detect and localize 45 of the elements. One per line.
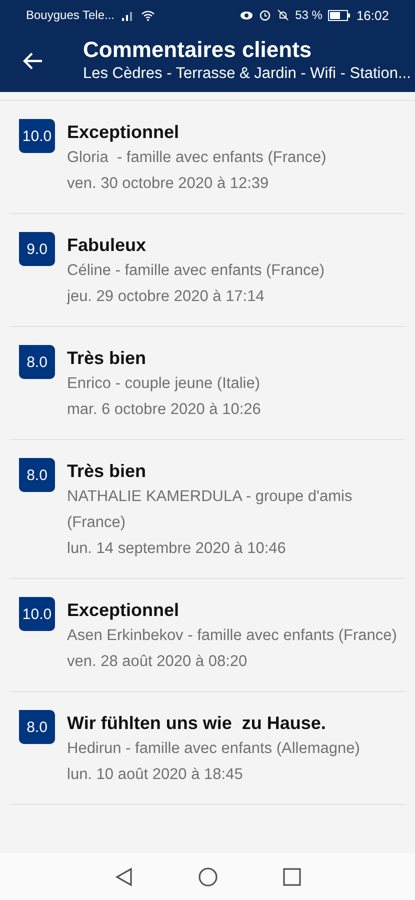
review-title: Exceptionnel bbox=[67, 121, 180, 144]
review-date: ven. 30 octobre 2020 à 12:39 bbox=[67, 174, 270, 194]
score-badge: 10.0 bbox=[19, 119, 55, 153]
review-title: Exceptionnel bbox=[67, 599, 180, 622]
score-badge: 9.0 bbox=[19, 232, 55, 266]
hotel-name: Les Cèdres - Terrasse & Jardin - Wifi - Station... bbox=[83, 64, 411, 84]
review-date: lun. 14 septembre 2020 à 10:46 bbox=[67, 539, 287, 559]
reviewer-info: Céline - famille avec enfants (France) bbox=[67, 261, 325, 281]
recents-button[interactable] bbox=[282, 868, 300, 886]
wifi-icon bbox=[140, 10, 155, 20]
eye-icon bbox=[240, 10, 254, 20]
home-button[interactable] bbox=[198, 866, 218, 886]
score-badge: 10.0 bbox=[19, 597, 55, 631]
reviewer-info: Hedirun - famille avec enfants (Allemagne) bbox=[67, 739, 360, 759]
review-item[interactable]: 8.0 Très bien NATHALIE KAMERDULA - groupe d'amis (France) lun. 14 septembre 2020 à 10:46 bbox=[10, 440, 405, 579]
review-date: ven. 28 août 2020 à 08:20 bbox=[67, 652, 248, 672]
bell-off-icon bbox=[277, 9, 290, 21]
review-item[interactable]: 8.0 Wir fühlten uns wie zu Hause. Hedirun - famille avec enfants (Allemagne) lun. 10 août 2020 à 18:45 bbox=[10, 692, 405, 805]
back-arrow-icon bbox=[23, 52, 43, 70]
battery-icon bbox=[328, 10, 350, 20]
review-item[interactable]: 10.0 Exceptionnel Gloria - famille avec enfants (France) ven. 30 octobre 2020 à 12:39 bbox=[10, 101, 405, 214]
review-item[interactable]: 10.0 Exceptionnel Asen Erkinbekov - famille avec enfants (France) ven. 28 août 2020 à 08:20 bbox=[10, 579, 405, 692]
review-title: Très bien bbox=[67, 347, 148, 370]
clock-time: 16:02 bbox=[356, 8, 389, 22]
review-date: mar. 6 octobre 2020 à 10:26 bbox=[67, 400, 261, 420]
battery-percent: 53 % bbox=[295, 8, 322, 22]
reviewer-info: Gloria - famille avec enfants (France) bbox=[67, 148, 326, 168]
review-title: Wir fühlten uns wie zu Hause. bbox=[67, 712, 327, 735]
review-date: lun. 10 août 2020 à 18:45 bbox=[67, 765, 244, 785]
alarm-icon bbox=[259, 9, 272, 21]
review-title: Très bien bbox=[67, 460, 148, 483]
reviewer-info: Asen Erkinbekov - famille avec enfants (France) bbox=[67, 626, 397, 646]
score-badge: 8.0 bbox=[19, 710, 55, 744]
nav-back-button[interactable] bbox=[114, 866, 132, 886]
score-badge: 8.0 bbox=[19, 458, 55, 492]
review-title: Fabuleux bbox=[67, 234, 148, 257]
reviewer-info: Enrico - couple jeune (Italie) bbox=[67, 374, 261, 394]
score-badge: 8.0 bbox=[19, 345, 55, 379]
review-item[interactable]: 9.0 Fabuleux Céline - famille avec enfants (France) jeu. 29 octobre 2020 à 17:14 bbox=[10, 214, 405, 327]
reviewer-info: NATHALIE KAMERDULA - groupe d'amis (France) bbox=[67, 487, 354, 533]
review-date: jeu. 29 octobre 2020 à 17:14 bbox=[67, 287, 266, 307]
signal-icon bbox=[120, 10, 135, 20]
screen-title: Commentaires clients bbox=[83, 37, 313, 63]
carrier-name: Bouygues Tele... bbox=[26, 8, 115, 22]
review-item[interactable]: 8.0 Très bien Enrico - couple jeune (Italie) mar. 6 octobre 2020 à 10:26 bbox=[10, 327, 405, 440]
